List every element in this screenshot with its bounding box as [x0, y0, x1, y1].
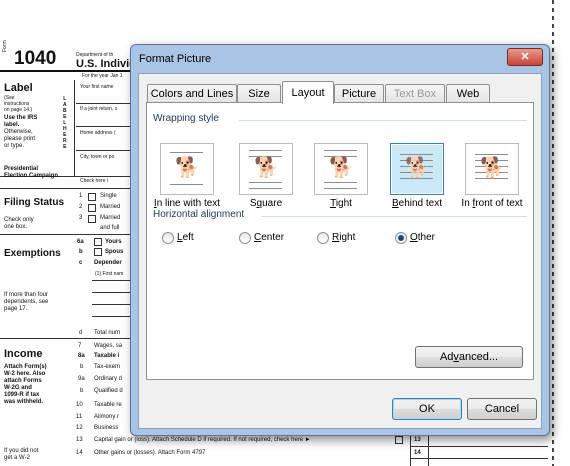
home-address-field: Home address ( — [80, 130, 116, 136]
form-label: Form — [2, 40, 8, 52]
form-number: 1040 — [14, 48, 57, 69]
form-title: U.S. Individ — [76, 58, 136, 70]
no-w2-note: If you did not get a W-2 — [4, 448, 39, 461]
horizontal-alignment-label: Horizontal alignment — [153, 209, 249, 220]
wrap-behind-text[interactable]: 🐕 Behind text — [378, 143, 456, 209]
tab-size[interactable]: Size — [237, 84, 281, 103]
tab-text-box: Text Box — [385, 84, 445, 103]
page-margin-dashed-line — [548, 0, 570, 466]
format-picture-dialog: Format Picture ✕ Colors and Lines Size L… — [130, 44, 550, 436]
filing-checkbox-married-joint — [88, 204, 96, 212]
income-heading: Income — [4, 348, 43, 360]
radio-button[interactable] — [317, 232, 329, 244]
wrap-option-label: Behind text — [391, 198, 443, 209]
radio-button-checked[interactable] — [395, 232, 407, 244]
for-year-text: For the year Jan 1 — [82, 73, 123, 79]
wrap-in-front-of-text[interactable]: 🐕 In front of text — [453, 143, 531, 209]
joint-return-field: If a joint return, s — [80, 106, 118, 112]
filing-check-note: Check only one box. — [4, 217, 34, 230]
other-gains-line: Other gains or (losses). Attach Form 479… — [94, 450, 206, 456]
capital-gain-checkbox — [395, 436, 403, 444]
dialog-client-area: Colors and Lines Size Layout Picture Tex… — [138, 73, 542, 429]
dialog-title: Format Picture — [139, 53, 212, 65]
label-instructions: (See instructions on page 14.) — [4, 95, 33, 113]
filing-checkbox-single — [88, 193, 96, 201]
filing-status-heading: Filing Status — [4, 197, 64, 208]
dialog-title-bar[interactable]: Format Picture ✕ — [131, 45, 549, 75]
wrap-tight[interactable]: 🐕 Tight — [302, 143, 380, 209]
dog-in-line-icon: 🐕 — [160, 143, 214, 195]
close-button[interactable]: ✕ — [507, 48, 543, 66]
advanced-button[interactable]: Advanced... — [415, 346, 523, 368]
dog-in-front-icon: 🐕 — [465, 143, 519, 195]
exemptions-heading: Exemptions — [4, 248, 61, 259]
wrap-in-line-with-text[interactable]: 🐕 In line with text — [148, 143, 226, 209]
dog-behind-text-icon: 🐕 — [390, 143, 444, 195]
wrap-square[interactable]: 🐕 Square — [227, 143, 305, 209]
capital-gain-line: Capital gain or (loss). Attach Schedule … — [94, 437, 311, 443]
more-than-four-note: If more than four dependents, see page 17. — [4, 292, 49, 312]
attach-forms-note: Attach Form(s) W-2 here. Also attach Forms… — [4, 364, 47, 405]
city-field: City, town or po — [80, 154, 115, 160]
wrap-option-label: In line with text — [153, 198, 221, 209]
tab-web[interactable]: Web — [446, 84, 490, 103]
wrap-option-label: In front of text — [461, 198, 523, 209]
exemption-checkbox-yourself — [94, 238, 102, 246]
otherwise-text: Otherwise, please print or type. — [4, 129, 36, 149]
first-name-field: Your first name — [80, 84, 114, 90]
layout-tab-panel: Wrapping style 🐕 In line with text 🐕 Squ… — [146, 102, 534, 380]
presidential-election-label: Presidential Election Campaign — [4, 166, 59, 179]
use-irs-label: Use the IRS label. — [4, 115, 38, 128]
wrap-option-label: Tight — [330, 198, 352, 209]
label-heading: Label — [4, 82, 33, 94]
dog-square-icon: 🐕 — [239, 143, 293, 195]
label-here-vertical: LABELHERE — [63, 96, 67, 150]
cancel-button[interactable]: Cancel — [467, 398, 537, 420]
radio-button[interactable] — [162, 232, 174, 244]
radio-button[interactable] — [239, 232, 251, 244]
filing-option-text: Married — [100, 204, 121, 210]
wrap-option-label: Square — [249, 198, 283, 209]
filing-checkbox-married-separate — [88, 215, 96, 223]
filing-option-text: Married — [100, 215, 121, 221]
check-here-text: Check here i — [80, 178, 109, 184]
close-icon: ✕ — [520, 51, 530, 63]
exemption-checkbox-spouse — [94, 248, 102, 256]
ok-button[interactable]: OK — [392, 398, 462, 420]
filing-option-text: Single — [100, 193, 117, 199]
dog-tight-icon: 🐕 — [314, 143, 368, 195]
wrapping-style-label: Wrapping style — [153, 113, 223, 124]
tab-picture[interactable]: Picture — [334, 84, 384, 103]
tab-colors-and-lines[interactable]: Colors and Lines — [147, 84, 237, 103]
tab-layout[interactable]: Layout — [282, 81, 334, 104]
